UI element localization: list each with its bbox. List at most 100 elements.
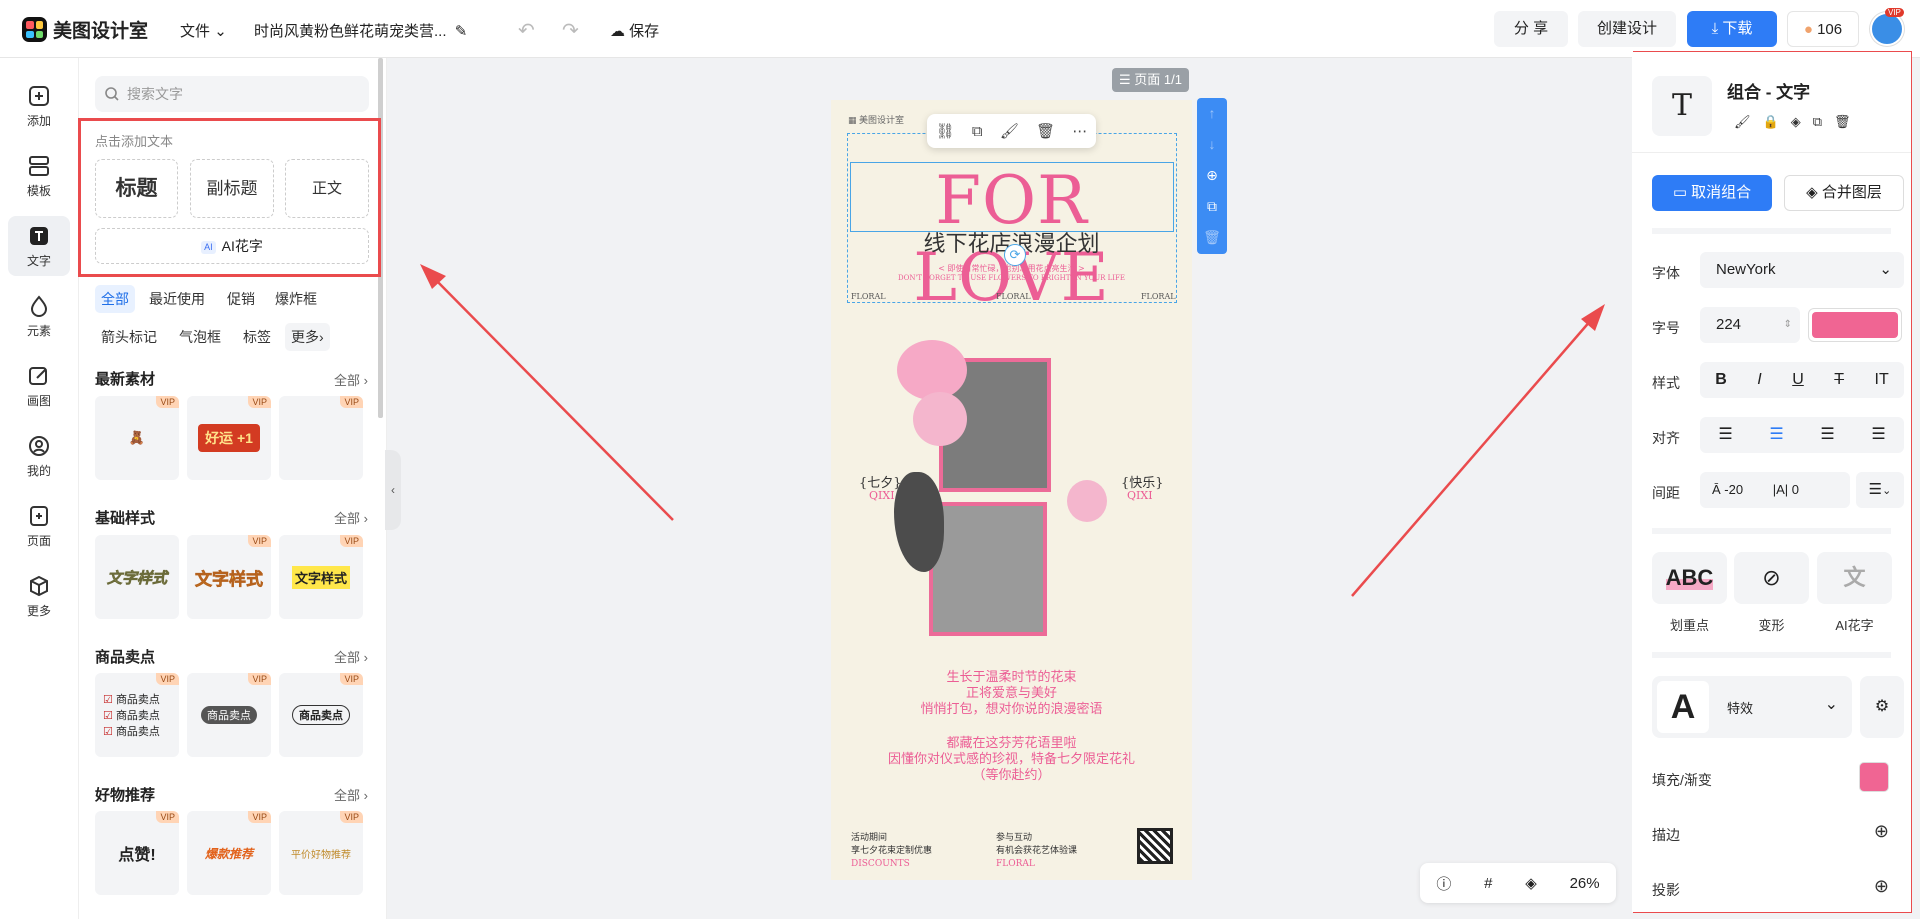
spacing-inputs: Ā -20 |A| 0 xyxy=(1700,472,1850,508)
delete-page-icon[interactable]: 🗑 xyxy=(1197,222,1227,253)
arrow-line-left xyxy=(427,271,674,521)
font-size-input[interactable]: 224 ⇕ xyxy=(1700,307,1800,343)
sliders-icon[interactable]: ⚙ xyxy=(1860,676,1904,738)
pink-rose xyxy=(913,392,967,446)
layers-icon: ◈ xyxy=(1806,184,1818,201)
rose-photo-bottom[interactable] xyxy=(929,502,1047,636)
folder-icon: ▭ xyxy=(1672,184,1687,201)
divider xyxy=(1652,652,1891,658)
move-up-icon[interactable]: ↑ xyxy=(1197,98,1227,129)
font-size-value: 224 xyxy=(1716,316,1742,333)
line-spacing-value[interactable]: 0 xyxy=(1792,482,1799,497)
bold-icon[interactable]: B xyxy=(1715,362,1727,398)
highlight-effect-button[interactable]: ABC xyxy=(1652,552,1727,604)
rotate-handle-icon[interactable]: ⟳ xyxy=(1004,244,1026,266)
footer-text: 活动期间 xyxy=(851,833,888,843)
fill-label: 填充/渐变 xyxy=(1652,772,1712,788)
poster-brand-text: 美图设计室 xyxy=(859,115,905,125)
lock-icon[interactable]: 🔒 xyxy=(1763,114,1779,130)
poster-canvas[interactable]: ▦ 美图设计室 FOR LOVE 线下花店浪漫企划 < 即使日常忙碌，也别忘用花… xyxy=(831,100,1192,880)
size-label: 字号 xyxy=(1652,320,1680,336)
font-value: NewYork xyxy=(1716,261,1776,278)
italic-icon[interactable]: I xyxy=(1757,362,1761,398)
layers-icon[interactable]: ◈ xyxy=(1791,114,1801,130)
chevron-down-icon: ⌄ xyxy=(1879,261,1892,278)
fill-color-swatch[interactable] xyxy=(1859,762,1889,792)
align-buttons: ☰ ☰ ☰ ☰ xyxy=(1700,417,1904,453)
zoom-level[interactable]: 26% xyxy=(1570,875,1600,892)
effect-dropdown-label: 特效 xyxy=(1727,701,1754,716)
format-painter-icon[interactable]: 🖌 xyxy=(1734,114,1751,130)
help-icon[interactable]: ⓘ xyxy=(1436,873,1451,894)
shadow-label: 投影 xyxy=(1652,882,1680,898)
merge-label: 合并图层 xyxy=(1821,184,1882,201)
duplicate-page-icon[interactable]: ⧉ xyxy=(1197,191,1227,222)
delete-icon[interactable]: 🗑 xyxy=(1036,122,1055,140)
add-shadow-icon[interactable]: ⊕ xyxy=(1874,876,1889,897)
canvas-bottom-bar: ⓘ # ◈ 26% xyxy=(1420,863,1616,903)
font-color-picker[interactable] xyxy=(1808,308,1902,342)
footer-text: 参与互动 xyxy=(996,833,1033,843)
style-label: 样式 xyxy=(1652,375,1680,391)
pink-rose xyxy=(897,340,967,400)
grid-icon[interactable]: # xyxy=(1484,875,1492,892)
slash-circle-icon: ⊘ xyxy=(1762,565,1781,590)
transform-effect-button[interactable]: ⊘ xyxy=(1734,552,1809,604)
poster-brand: ▦ 美图设计室 xyxy=(848,113,904,126)
unlink-icon[interactable]: ⛓ xyxy=(936,122,955,140)
more-icon[interactable]: ⋯ xyxy=(1072,122,1087,140)
footer-text: DISCOUNTS xyxy=(851,859,910,869)
page-indicator[interactable]: ☰ 页面 1/1 xyxy=(1112,68,1189,92)
copy-icon[interactable]: ⧉ xyxy=(972,123,983,140)
footer-block-right: 参与互动 有机会获花艺体验课 FLORAL xyxy=(996,832,1077,871)
delete-icon[interactable]: 🗑 xyxy=(1834,114,1851,130)
list-style-dropdown[interactable]: ☰⌄ xyxy=(1856,472,1904,508)
footer-block-left: 活动期间享七夕花束定制优惠 DISCOUNTS xyxy=(851,832,932,871)
effect-preview-icon: A xyxy=(1657,681,1709,733)
align-right-icon[interactable]: ☰ xyxy=(1820,417,1834,453)
footer-text: FLORAL xyxy=(996,859,1035,869)
merge-layers-button[interactable]: ◈ 合并图层 xyxy=(1784,175,1904,211)
ungroup-button[interactable]: ▭ 取消组合 xyxy=(1652,175,1772,211)
letter-spacing-value[interactable]: -20 xyxy=(1724,482,1743,497)
page-indicator-label: 页面 1/1 xyxy=(1134,72,1182,87)
vertical-text-icon[interactable]: IT xyxy=(1875,362,1889,398)
layers-icon[interactable]: ◈ xyxy=(1525,874,1537,892)
format-painter-icon[interactable]: 🖌 xyxy=(1000,122,1019,140)
abc-highlight-icon: ABC xyxy=(1665,565,1714,590)
font-select[interactable]: NewYork ⌄ xyxy=(1700,252,1904,288)
strikethrough-icon[interactable]: T xyxy=(1834,362,1844,398)
underline-icon[interactable]: U xyxy=(1792,362,1804,398)
divider xyxy=(1632,152,1911,153)
font-label: 字体 xyxy=(1652,265,1680,281)
poster-body-line: 悄悄打包，想对你说的浪漫密语 xyxy=(920,702,1103,717)
chevron-down-icon: ⌄ xyxy=(1882,485,1892,497)
qixi-en: QIXI xyxy=(869,489,895,502)
stroke-label: 描边 xyxy=(1652,827,1680,843)
logo-icon: ▦ xyxy=(848,115,857,125)
chevron-down-icon: ⌄ xyxy=(1824,696,1838,713)
color-swatch xyxy=(1812,312,1898,338)
add-stroke-icon[interactable]: ⊕ xyxy=(1874,821,1889,842)
align-justify-icon[interactable]: ☰ xyxy=(1871,417,1885,453)
text-selection-box xyxy=(850,162,1174,232)
divider xyxy=(1652,528,1891,534)
align-center-icon[interactable]: ☰ xyxy=(1769,417,1783,453)
ai-flower-effect-button[interactable]: 文 xyxy=(1817,552,1892,604)
element-float-toolbar: ⛓ ⧉ 🖌 🗑 ⋯ xyxy=(927,114,1096,148)
arrow-line-right xyxy=(1351,311,1599,597)
move-down-icon[interactable]: ↓ xyxy=(1197,129,1227,160)
divider xyxy=(1652,228,1891,234)
copy-icon[interactable]: ⧉ xyxy=(1813,114,1822,130)
stepper-icon[interactable]: ⇕ xyxy=(1784,307,1792,343)
footer-text: 享七夕花束定制优惠 xyxy=(851,846,933,856)
panel-title: 组合 - 文字 xyxy=(1727,83,1811,102)
canvas-side-actions: ↑ ↓ ⊕ ⧉ 🗑 xyxy=(1197,98,1227,254)
align-left-icon[interactable]: ☰ xyxy=(1718,417,1732,453)
effects-dropdown[interactable]: A 特效 ⌄ xyxy=(1652,676,1852,738)
quick-actions: 🖌 🔒 ◈ ⧉ 🗑 xyxy=(1734,114,1851,130)
poster-body-line: （等你赴约） xyxy=(972,768,1051,783)
add-page-icon[interactable]: ⊕ xyxy=(1197,160,1227,191)
list-icon: ☰ xyxy=(1119,72,1131,87)
effect-label: AI花字 xyxy=(1835,618,1874,633)
